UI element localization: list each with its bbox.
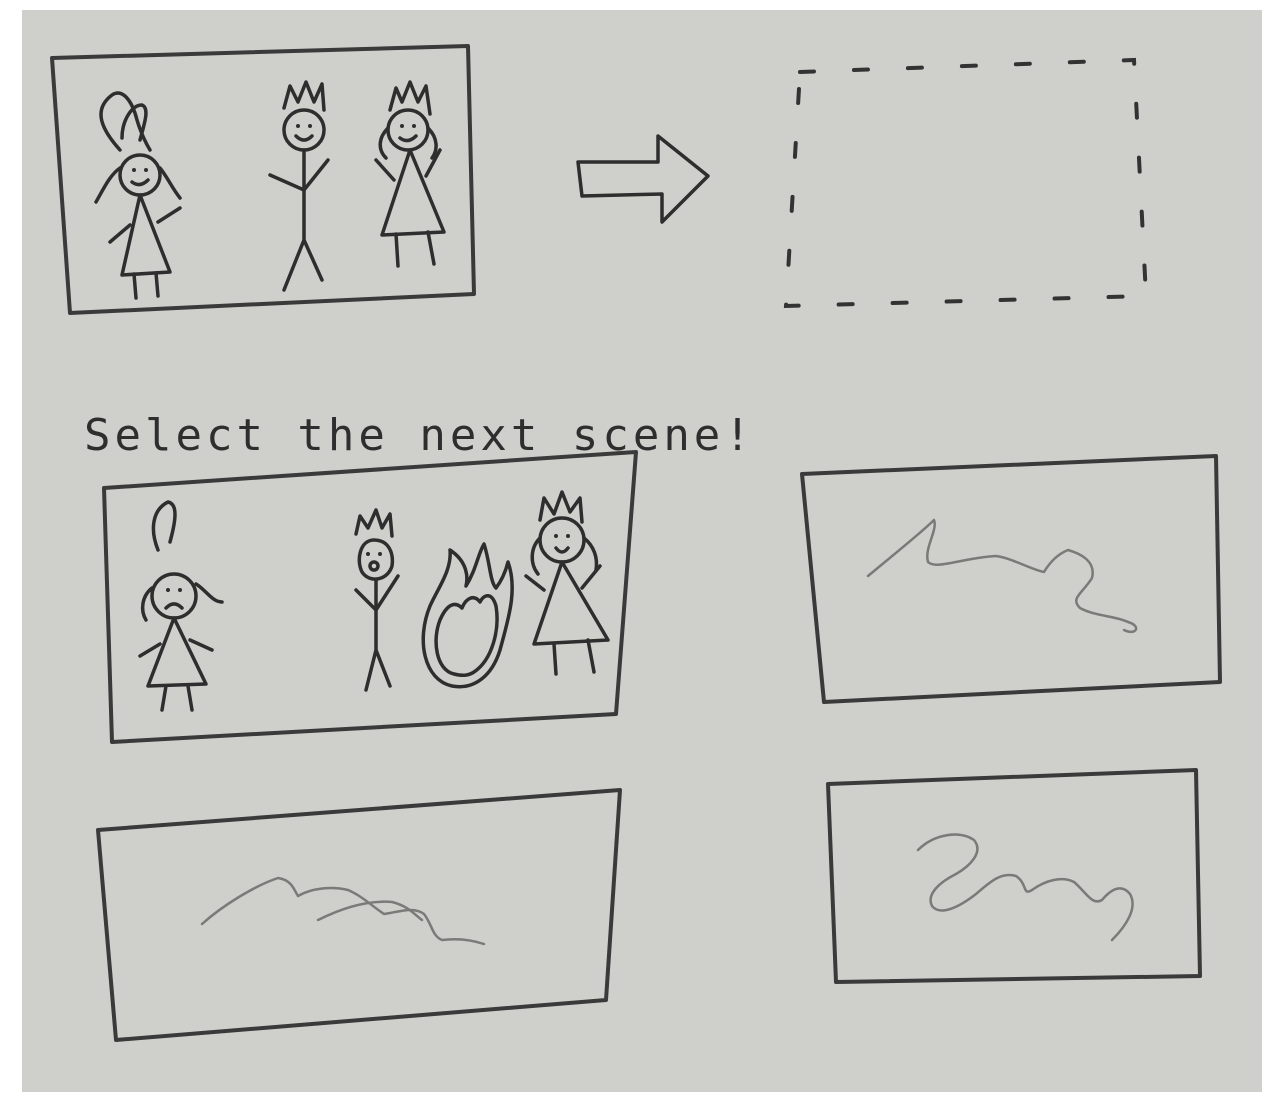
scene-option-1-hit[interactable] [104, 452, 636, 742]
scene-option-3[interactable] [96, 788, 622, 1042]
scene-option-3-hit[interactable] [98, 790, 620, 1040]
scene-option-1[interactable] [102, 450, 638, 744]
scene-option-4-hit[interactable] [828, 770, 1200, 982]
paper-sheet: Select the next scene! [22, 10, 1262, 1092]
queen-figure [374, 80, 446, 268]
arrow-right-icon [576, 134, 710, 224]
next-scene-drop-target[interactable] [786, 60, 1146, 306]
king-figure [268, 80, 330, 292]
scene-option-2[interactable] [800, 454, 1222, 704]
prompt-heading: Select the next scene! [84, 410, 755, 461]
page: Select the next scene! [0, 0, 1288, 1106]
current-scene-panel [50, 44, 476, 315]
sketch-canvas: Select the next scene! [50, 44, 1222, 1042]
girl-with-hat-figure [94, 91, 182, 300]
next-scene-slot[interactable] [783, 57, 1149, 309]
scene-option-4[interactable] [826, 768, 1202, 984]
scene-option-2-hit[interactable] [802, 456, 1220, 702]
